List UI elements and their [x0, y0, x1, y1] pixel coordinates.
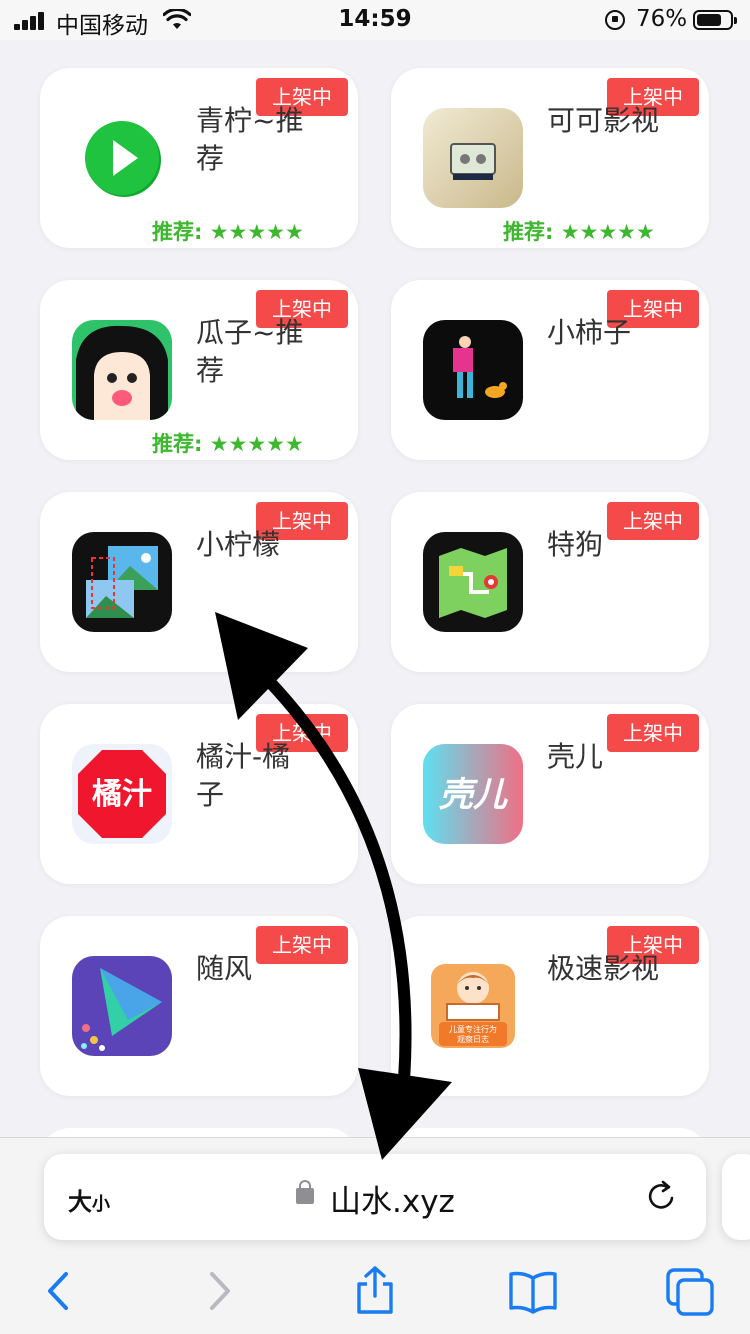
svg-text:橘汁: 橘汁 — [92, 777, 152, 812]
chevron-right-icon — [210, 1272, 230, 1310]
tabs-button[interactable] — [662, 1266, 718, 1316]
app-name: 小柿子 — [547, 316, 632, 349]
battery-percent: 76% — [636, 6, 688, 32]
address-bar[interactable]: 大小 山水.xyz — [44, 1154, 706, 1240]
forward-button[interactable] — [192, 1266, 248, 1316]
app-rating: 推荐: ★★★★★ — [152, 432, 304, 456]
app-card[interactable]: 上架中 可可影视 推荐: ★★★★★ — [391, 68, 709, 248]
lock-icon — [296, 1180, 314, 1204]
app-card[interactable]: 上架中 橘汁 橘汁-橘子 — [40, 704, 358, 884]
purple-play-icon — [72, 956, 172, 1056]
book-icon — [509, 1271, 557, 1314]
url-text[interactable]: 山水.xyz — [330, 1176, 455, 1221]
app-name: 瓜子~推荐 — [196, 316, 304, 387]
app-rating: 推荐: ★★★★★ — [503, 220, 655, 244]
app-rating: 推荐: ★★★★★ — [152, 220, 304, 244]
app-card[interactable]: 上架中 随风 — [40, 916, 358, 1096]
dancer-dog-icon — [423, 320, 523, 420]
app-name: 可可影视 — [547, 104, 660, 137]
app-card[interactable]: 上架中 壳儿 壳儿 — [391, 704, 709, 884]
svg-text:观察日志: 观察日志 — [457, 1034, 489, 1044]
image-crop-icon — [72, 532, 172, 632]
text-size-button[interactable]: 大小 — [68, 1182, 110, 1217]
next-tab-preview[interactable] — [722, 1154, 750, 1240]
app-name: 壳儿 — [547, 740, 604, 773]
orange-juice-icon: 橘汁 — [72, 744, 172, 844]
app-card[interactable]: 上架中 儿童专注行为 观察日志 极速影视 — [391, 916, 709, 1096]
tabs-icon — [666, 1268, 714, 1316]
status-bar: 中国移动 14:59 76% — [0, 0, 750, 40]
app-name: 随风 — [196, 952, 253, 985]
app-card[interactable]: 上架中 青柠~推荐 推荐: ★★★★★ — [40, 68, 358, 248]
app-card[interactable]: 上架中 特狗 — [391, 492, 709, 672]
back-button[interactable] — [30, 1266, 86, 1316]
chevron-left-icon — [48, 1272, 68, 1310]
app-name: 特狗 — [547, 528, 604, 561]
cartoon-face-icon — [72, 320, 172, 420]
app-name: 青柠~推荐 — [196, 104, 304, 175]
app-card[interactable]: 上架中 小柠檬 — [40, 492, 358, 672]
reading-kid-icon: 儿童专注行为 观察日志 — [423, 956, 523, 1056]
rotation-lock-icon — [605, 10, 625, 30]
battery-icon — [693, 10, 737, 30]
reload-icon[interactable] — [644, 1178, 680, 1214]
share-icon — [357, 1266, 393, 1314]
bookmarks-button[interactable] — [505, 1266, 561, 1316]
app-grid: 上架中 青柠~推荐 推荐: ★★★★★ 上架中 可可影视 推荐: ★★★★★ 上… — [0, 40, 750, 1140]
app-name: 小柠檬 — [196, 528, 281, 561]
app-card[interactable]: 上架中 瓜子~推荐 推荐: ★★★★★ — [40, 280, 358, 460]
app-name: 极速影视 — [547, 952, 660, 985]
cinema-icon — [423, 108, 523, 208]
browser-toolbar: 大小 山水.xyz — [0, 1137, 750, 1334]
svg-text:壳儿: 壳儿 — [439, 775, 508, 815]
green-play-icon — [72, 108, 172, 208]
ker-icon: 壳儿 — [423, 744, 523, 844]
share-button[interactable] — [347, 1266, 403, 1316]
map-icon — [423, 532, 523, 632]
app-card[interactable]: 上架中 小柿子 — [391, 280, 709, 460]
app-name: 橘汁-橘子 — [196, 740, 291, 811]
svg-text:儿童专注行为: 儿童专注行为 — [449, 1024, 497, 1034]
